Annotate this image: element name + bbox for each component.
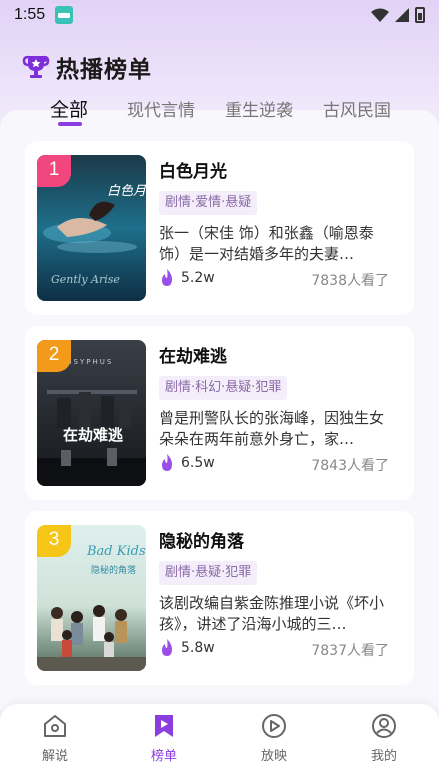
heat-count: 5.2w bbox=[159, 269, 215, 287]
poster-title-text: 白色月光 bbox=[107, 184, 146, 199]
poster-title-text: 隐秘的角落 bbox=[91, 564, 136, 576]
bottom-nav: 解说 榜单 放映 我的 bbox=[0, 704, 439, 780]
rank-badge: 1 bbox=[37, 155, 71, 187]
flame-icon bbox=[162, 639, 172, 656]
flame-icon bbox=[162, 269, 172, 286]
heat-value: 5.8w bbox=[181, 640, 215, 656]
poster-title-text: 在劫难逃 bbox=[63, 426, 123, 444]
tab-active-indicator bbox=[58, 122, 82, 126]
rank-badge: 2 bbox=[37, 340, 71, 372]
tab-modern-romance[interactable]: 现代言情 bbox=[127, 96, 195, 121]
drama-poster[interactable]: 白色月光 Gently Arise 1 bbox=[37, 155, 146, 301]
drama-card[interactable]: 白色月光 Gently Arise 1 白色月光 剧情·爱情·悬疑 张一（宋佳 … bbox=[25, 141, 414, 315]
page-title: 热播榜单 bbox=[56, 57, 152, 83]
flame-icon bbox=[162, 454, 172, 471]
drama-title: 白色月光 bbox=[159, 162, 227, 182]
nav-label: 解说 bbox=[41, 749, 68, 764]
drama-title: 隐秘的角落 bbox=[159, 532, 244, 552]
tab-all[interactable]: 全部 bbox=[50, 95, 89, 126]
nav-label: 我的 bbox=[370, 749, 397, 764]
view-count: 7843人看了 bbox=[311, 458, 389, 474]
page-header: 热播榜单 bbox=[22, 50, 152, 84]
drama-description: 曾是刑警队长的张海峰，因独生女朵朵在两年前意外身亡，家… bbox=[159, 409, 385, 448]
status-bar: 1:55 bbox=[0, 0, 439, 30]
nav-item-commentary[interactable]: 解说 bbox=[25, 712, 85, 764]
tab-label: 古风民国 bbox=[323, 101, 391, 121]
view-count: 7837人看了 bbox=[311, 643, 389, 659]
tab-rebirth[interactable]: 重生逆袭 bbox=[225, 96, 293, 121]
drama-description: 该剧改编自紫金陈推理小说《坏小孩》，讲述了沿海小城的三… bbox=[159, 594, 385, 633]
poster-script-text: Bad Kids bbox=[86, 544, 146, 559]
signal-icon bbox=[395, 8, 409, 22]
drama-title: 在劫难逃 bbox=[159, 347, 227, 367]
nav-label: 放映 bbox=[260, 749, 287, 764]
tab-label: 现代言情 bbox=[127, 101, 195, 121]
drama-description: 张一（宋佳 饰）和张鑫（喻恩泰 饰）是一对结婚多年的夫妻… bbox=[159, 224, 374, 263]
tab-ancient-republic[interactable]: 古风民国 bbox=[323, 96, 391, 121]
category-tabs: 全部 现代言情 重生逆袭 古风民国 bbox=[0, 96, 439, 132]
app-notification-icon bbox=[55, 6, 74, 24]
tab-label: 重生逆袭 bbox=[225, 101, 293, 121]
wifi-icon bbox=[371, 8, 389, 22]
genre-tags: 剧情·爱情·悬疑 bbox=[159, 191, 258, 215]
nav-item-profile[interactable]: 我的 bbox=[354, 712, 414, 764]
nav-item-screening[interactable]: 放映 bbox=[244, 712, 304, 764]
status-time: 1:55 bbox=[14, 6, 46, 23]
trophy-icon bbox=[22, 55, 50, 78]
drama-poster[interactable]: Bad Kids 隐秘的角落 3 bbox=[37, 525, 146, 671]
poster-script-text: Gently Arise bbox=[51, 273, 120, 286]
genre-tags: 剧情·悬疑·犯罪 bbox=[159, 561, 258, 585]
bookmark-play-icon bbox=[155, 715, 173, 737]
home-icon bbox=[44, 715, 66, 737]
drama-card[interactable]: SISYPHUS 在劫难逃 2 在劫难逃 剧情·科幻·悬疑·犯罪 曾是刑警队长的… bbox=[25, 326, 414, 500]
heat-count: 6.5w bbox=[159, 454, 215, 472]
heat-count: 5.8w bbox=[159, 639, 215, 657]
rank-badge: 3 bbox=[37, 525, 71, 557]
nav-item-ranking[interactable]: 榜单 bbox=[134, 712, 194, 764]
tab-label: 全部 bbox=[50, 99, 89, 121]
genre-tags: 剧情·科幻·悬疑·犯罪 bbox=[159, 376, 288, 400]
user-icon bbox=[372, 714, 396, 738]
heat-value: 6.5w bbox=[181, 455, 215, 471]
play-circle-icon bbox=[262, 714, 286, 738]
view-count: 7838人看了 bbox=[311, 273, 389, 289]
heat-value: 5.2w bbox=[181, 270, 215, 286]
drama-card[interactable]: Bad Kids 隐秘的角落 3 隐秘的角落 剧情·悬疑·犯罪 该剧改编自紫金陈… bbox=[25, 511, 414, 685]
drama-poster[interactable]: SISYPHUS 在劫难逃 2 bbox=[37, 340, 146, 486]
nav-label: 榜单 bbox=[150, 749, 177, 764]
battery-icon bbox=[415, 7, 425, 23]
